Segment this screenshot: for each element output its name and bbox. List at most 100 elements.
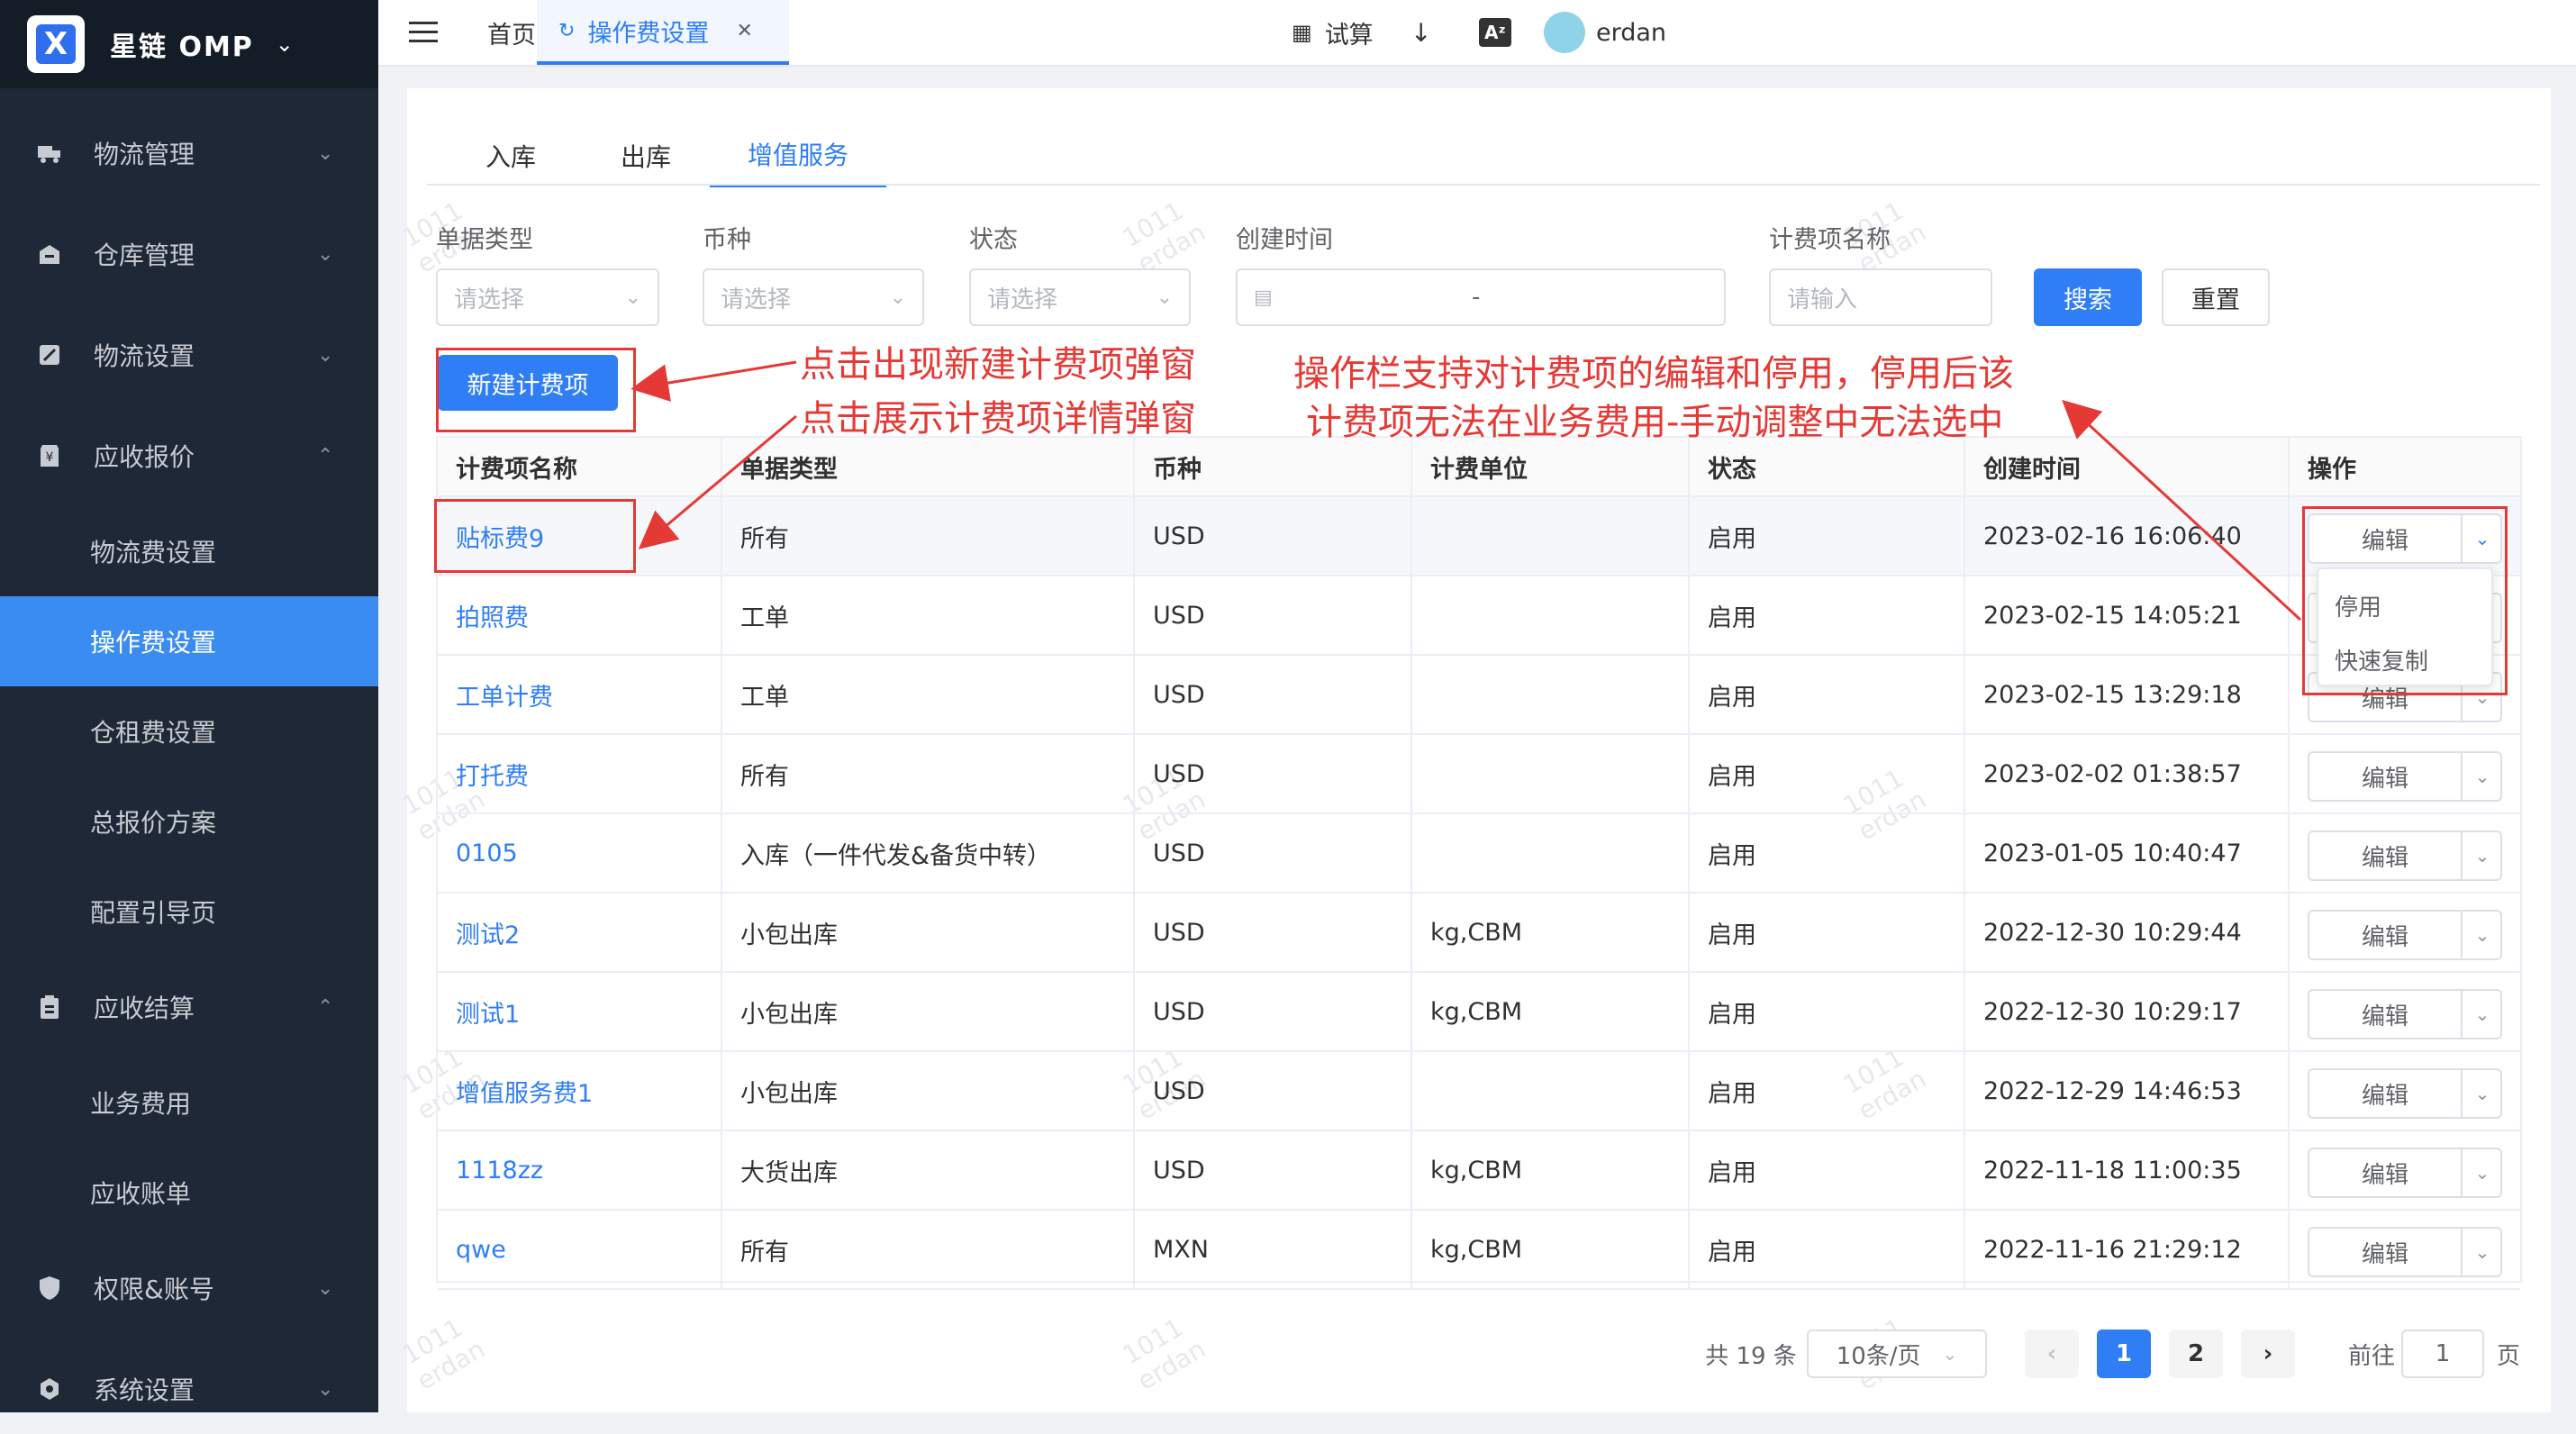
tab-value-added[interactable]: 增值服务	[710, 124, 886, 187]
edit-split-button[interactable]: 编辑⌄	[2308, 1148, 2502, 1198]
status-select[interactable]: 请选择 ⌄	[969, 268, 1191, 326]
edit-split-button[interactable]: 编辑⌄	[2308, 1068, 2502, 1119]
goto-page-input[interactable]: 1	[2401, 1330, 2484, 1378]
avatar	[1544, 12, 1585, 53]
fee-name-link[interactable]: 增值服务费1	[438, 1052, 722, 1130]
edit-split-button[interactable]: 编辑⌄	[2308, 910, 2502, 960]
fee-name-link[interactable]: 打托费	[438, 735, 722, 812]
table-row: 打托费 所有 USD 启用 2023-02-02 01:38:57 编辑 ⌄	[438, 735, 2520, 814]
reset-button[interactable]: 重置	[2162, 268, 2270, 326]
table-cell: 大货出库	[722, 1131, 1135, 1209]
table-cell	[1412, 1052, 1690, 1130]
table-cell: 2023-02-15 14:05:21	[1965, 576, 2290, 654]
calc-button[interactable]: ▦ 试算	[1292, 0, 1374, 65]
tab-operation-fee[interactable]: ↻ 操作费设置 ✕	[537, 0, 789, 65]
currency-select[interactable]: 请选择 ⌄	[703, 268, 924, 326]
table-row: 贴标费9 所有 USD 启用 2023-02-16 16:06:40 编辑 ⌄	[438, 497, 2520, 576]
table-cell: kg,CBM	[1412, 1131, 1690, 1209]
table-row: 增值服务费1 小包出库 USD 启用 2022-12-29 14:46:53 编辑 ⌄	[438, 1052, 2520, 1131]
sidebar-item-warehouse[interactable]: 仓库管理 ⌄	[0, 209, 378, 299]
edit-split-button[interactable]: 编辑⌄	[2308, 1227, 2502, 1277]
fee-name-link[interactable]: 测试1	[438, 973, 722, 1050]
doc-type-select[interactable]: 请选择 ⌄	[436, 268, 659, 326]
shield-icon	[36, 1275, 63, 1301]
table-cell: USD	[1135, 973, 1412, 1050]
goto-suffix: 页	[2496, 1342, 2520, 1370]
chevron-down-icon[interactable]: ⌄	[2463, 1229, 2502, 1275]
table-cell: kg,CBM	[1412, 894, 1690, 971]
sidebar-subitem-business-fee[interactable]: 业务费用	[0, 1057, 378, 1148]
sidebar-item-logistics-settings[interactable]: 物流设置 ⌄	[0, 310, 378, 400]
prev-page-button[interactable]: ‹	[2025, 1330, 2079, 1378]
sidebar-subitem-quote-plan[interactable]: 总报价方案	[0, 776, 378, 867]
operation-cell: 编辑⌄	[2290, 1052, 2520, 1130]
highlight-new-button	[436, 348, 636, 432]
sidebar-subitem-operation-fee[interactable]: 操作费设置	[0, 596, 378, 686]
chevron-down-icon[interactable]: ⌄	[2463, 1149, 2502, 1196]
sidebar-item-logistics[interactable]: 物流管理 ⌄	[0, 108, 378, 198]
table-cell	[1412, 735, 1690, 812]
chevron-down-icon[interactable]: ⌄	[2463, 1070, 2502, 1117]
chevron-down-icon[interactable]: ⌄	[2463, 912, 2502, 958]
tab-inbound[interactable]: 入库	[461, 124, 560, 187]
fee-name-link[interactable]: 拍照费	[438, 576, 722, 654]
translate-icon[interactable]: Aᶻ	[1479, 0, 1511, 65]
sidebar-item-permissions[interactable]: 权限&账号 ⌄	[0, 1243, 378, 1333]
table-cell	[1412, 497, 1690, 575]
table-cell: 所有	[722, 497, 1135, 575]
sidebar-subitem-receivable-bill[interactable]: 应收账单	[0, 1148, 378, 1238]
edit-button[interactable]: 编辑	[2309, 832, 2463, 879]
table-cell: USD	[1135, 576, 1412, 654]
table-cell: 小包出库	[722, 1052, 1135, 1130]
fee-name-link[interactable]: 测试2	[438, 894, 722, 971]
fee-name-input[interactable]: 请输入	[1769, 268, 1992, 326]
chevron-down-icon[interactable]: ⌄	[276, 32, 294, 57]
sidebar-subitem-logistics-fee[interactable]: 物流费设置	[0, 506, 378, 596]
edit-split-button[interactable]: 编辑⌄	[2308, 830, 2502, 881]
column-header: 计费单位	[1412, 438, 1690, 495]
table-cell: 2022-11-16 21:29:12	[1965, 1211, 2290, 1288]
edit-button[interactable]: 编辑	[2309, 991, 2463, 1038]
search-button[interactable]: 搜索	[2034, 268, 2142, 326]
fee-name-link[interactable]: qwe	[438, 1211, 722, 1288]
next-page-button[interactable]: ›	[2241, 1330, 2295, 1378]
page-2-button[interactable]: 2	[2169, 1330, 2223, 1378]
user-name: erdan	[1596, 18, 1667, 47]
chevron-down-icon: ⌄	[317, 1377, 334, 1401]
fee-name-link[interactable]: 1118zz	[438, 1131, 722, 1209]
user-menu[interactable]: erdan	[1544, 0, 1666, 65]
page-size-select[interactable]: 10条/页 ⌄	[1807, 1330, 1987, 1378]
page-1-button[interactable]: 1	[2097, 1330, 2151, 1378]
created-date-range[interactable]: ▤ -	[1236, 268, 1726, 326]
tab-outbound[interactable]: 出库	[596, 124, 695, 187]
chevron-down-icon[interactable]: ⌄	[2463, 832, 2502, 879]
sidebar-item-receivable-settlement[interactable]: 应收结算 ⌃	[0, 962, 378, 1052]
edit-button[interactable]: 编辑	[2309, 1070, 2463, 1117]
chevron-down-icon[interactable]: ⌄	[2463, 991, 2502, 1038]
table-cell	[1412, 656, 1690, 733]
edit-split-button[interactable]: 编辑⌄	[2308, 989, 2502, 1039]
sidebar-item-system-settings[interactable]: 系统设置 ⌄	[0, 1344, 378, 1434]
input-placeholder: 请输入	[1787, 286, 1858, 313]
pagination-total: 共 19 条	[1705, 1342, 1797, 1370]
edit-button[interactable]: 编辑	[2309, 912, 2463, 958]
edit-button[interactable]: 编辑	[2309, 1149, 2463, 1196]
table-cell: 工单	[722, 576, 1135, 654]
fee-name-link[interactable]: 0105	[438, 814, 722, 892]
table-cell: 2023-02-15 13:29:18	[1965, 656, 2290, 733]
fee-name-link[interactable]: 工单计费	[438, 656, 722, 733]
edit-button[interactable]: 编辑	[2309, 753, 2463, 800]
sidebar-item-receivable-quote[interactable]: ¥ 应收报价 ⌃	[0, 411, 378, 501]
table-cell: 2023-01-05 10:40:47	[1965, 814, 2290, 892]
close-icon[interactable]: ✕	[736, 20, 752, 42]
menu-toggle-icon[interactable]	[409, 22, 438, 45]
refresh-icon[interactable]: ↻	[558, 20, 575, 42]
table-cell: 启用	[1690, 576, 1965, 654]
chevron-down-icon[interactable]: ⌄	[2463, 753, 2502, 800]
sidebar-subitem-storage-fee[interactable]: 仓租费设置	[0, 686, 378, 776]
sidebar-subitem-guide[interactable]: 配置引导页	[0, 867, 378, 957]
brand-header[interactable]: X 星链 OMP ⌄	[0, 0, 378, 88]
download-icon[interactable]: ↓	[1410, 0, 1431, 65]
edit-split-button[interactable]: 编辑⌄	[2308, 751, 2502, 802]
edit-button[interactable]: 编辑	[2309, 1229, 2463, 1275]
